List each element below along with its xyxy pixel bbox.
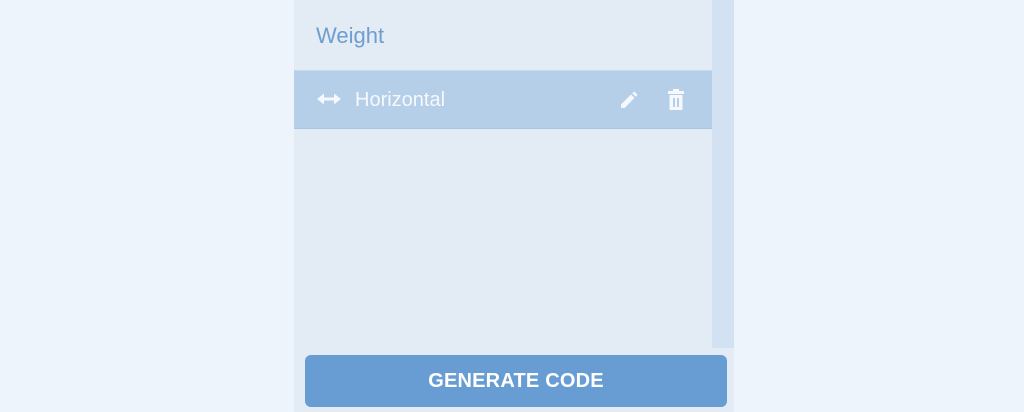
side-panel: Weight Horizontal GENERATE CODE (294, 0, 734, 412)
section-title: Weight (316, 23, 385, 48)
edit-button[interactable] (617, 88, 641, 112)
list-item-label: Horizontal (355, 89, 446, 111)
trash-icon (668, 89, 684, 110)
delete-button[interactable] (665, 88, 687, 112)
pencil-icon (621, 91, 638, 108)
horizontal-arrows-icon (316, 90, 342, 108)
list-item[interactable]: Horizontal (294, 70, 712, 129)
generate-code-button[interactable]: GENERATE CODE (305, 355, 727, 407)
scrollbar-track[interactable] (712, 0, 734, 348)
